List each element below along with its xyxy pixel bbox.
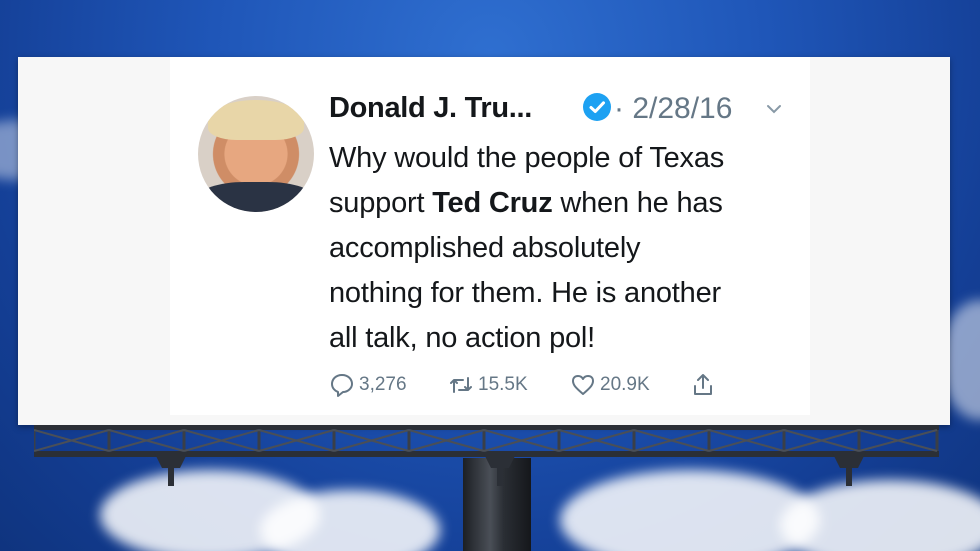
tweet-line: nothing for them. He is another bbox=[329, 277, 721, 309]
billboard-light bbox=[832, 452, 866, 486]
tweet-line: Why would the people of Texas bbox=[329, 142, 725, 174]
billboard-light bbox=[483, 452, 517, 486]
tweet-text: Why would the people of Texas support Te… bbox=[329, 136, 799, 361]
heart-icon bbox=[572, 375, 594, 395]
mentioned-name: Ted Cruz bbox=[432, 187, 553, 219]
retweet-icon bbox=[450, 377, 472, 393]
chevron-down-icon[interactable] bbox=[764, 99, 784, 119]
like-count: 20.9K bbox=[600, 374, 650, 395]
billboard-light bbox=[154, 452, 188, 486]
tweet-line: accomplished absolutely bbox=[329, 232, 641, 264]
author-name[interactable]: Donald J. Tru... bbox=[329, 92, 532, 125]
retweet-button[interactable]: 15.5K bbox=[448, 370, 528, 400]
share-icon bbox=[694, 374, 712, 395]
tweet-line: support Ted Cruz when he has bbox=[329, 187, 723, 219]
tweet-date[interactable]: · 2/28/16 bbox=[614, 92, 732, 126]
like-button[interactable]: 20.9K bbox=[570, 370, 650, 400]
reply-count: 3,276 bbox=[359, 374, 407, 395]
reply-button[interactable]: 3,276 bbox=[329, 370, 407, 400]
share-button[interactable] bbox=[690, 370, 716, 400]
reply-icon bbox=[331, 374, 353, 397]
verified-badge-icon bbox=[583, 93, 611, 121]
avatar bbox=[198, 96, 314, 212]
retweet-count: 15.5K bbox=[478, 374, 528, 395]
tweet-actions: 3,276 15.5K 20.9K bbox=[0, 370, 980, 400]
tweet-line: all talk, no action pol! bbox=[329, 322, 596, 354]
